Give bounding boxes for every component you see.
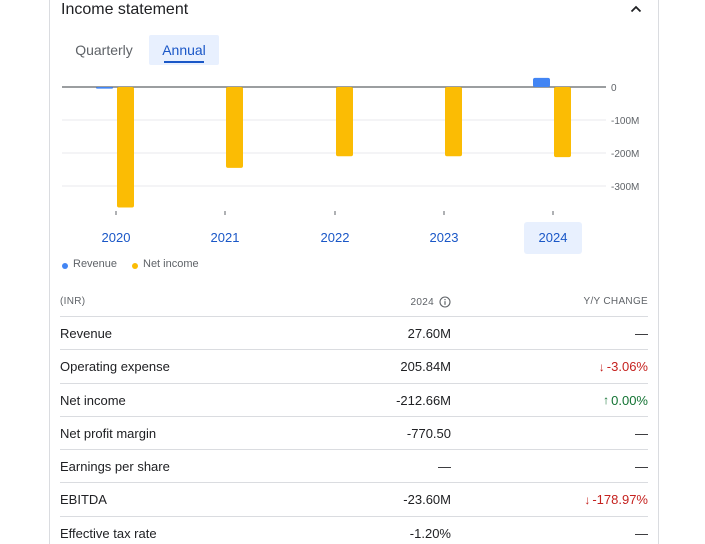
row-label: Revenue [60, 326, 113, 341]
x-tick-label-2024[interactable]: 2024 [539, 230, 568, 245]
revenue-bar-2024[interactable] [533, 77, 550, 87]
net-income-bar-2022[interactable] [336, 87, 353, 157]
row-value: 205.84M [400, 359, 451, 375]
legend-label: Revenue [73, 258, 118, 270]
table-row: Revenue 27.60M — [60, 317, 648, 351]
revenue-bar-2020[interactable] [96, 87, 113, 89]
row-change-value: — [635, 459, 648, 475]
net-income-bar-2021[interactable] [226, 87, 243, 168]
row-change-value: — [635, 525, 648, 541]
table-row: Earnings per share — — [60, 450, 648, 484]
row-change: ↓ -178.97% [584, 492, 648, 507]
row-label: Earnings per share [60, 459, 170, 475]
row-change: ↓ -3.06% [599, 359, 648, 374]
y-tick-label: -100M [611, 116, 639, 127]
info-icon[interactable] [439, 296, 451, 308]
row-value: -23.60M [403, 492, 451, 508]
arrow-down-icon: ↓ [598, 359, 605, 374]
net-income-bar-2023[interactable] [445, 87, 462, 157]
header-change: Y/Y CHANGE [583, 296, 648, 307]
y-tick-label: 0 [611, 83, 617, 94]
row-change: — [635, 326, 648, 341]
row-value: -212.66M [396, 392, 451, 408]
header-year-label: 2024 [410, 296, 434, 308]
net-income-bar-2020[interactable] [117, 87, 134, 208]
row-label: Net income [60, 392, 126, 408]
header-currency: (INR) [60, 296, 86, 307]
legend-dot [62, 263, 68, 269]
row-value: -1.20% [409, 525, 451, 541]
table-row: Net profit margin -770.50 — [60, 417, 648, 451]
income-chart: 0 -100M -200M -300M 2020 2021 2022 2023 2024 [62, 77, 639, 254]
row-value: — [438, 459, 451, 475]
row-change-value: — [635, 425, 648, 441]
row-change: — [635, 426, 648, 441]
row-label: Operating expense [60, 359, 170, 375]
row-change-value: -3.06% [606, 359, 648, 375]
row-label: Net profit margin [60, 425, 157, 441]
arrow-down-icon: ↓ [584, 492, 591, 507]
table-row: Operating expense 205.84M ↓ -3.06% [60, 350, 648, 384]
net-income-bar-2024[interactable] [554, 87, 571, 158]
row-change: — [635, 459, 648, 474]
y-tick-label: -300M [611, 182, 639, 193]
income-table: (INR) 2024 Y/Y CHANGE Revenue 27.60M — Oper… [60, 287, 648, 544]
table-header: (INR) 2024 Y/Y CHANGE [60, 287, 648, 317]
table-row: EBITDA -23.60M ↓ -178.97% [60, 483, 648, 517]
header-year: 2024 [411, 296, 451, 308]
row-change-value: 0.00% [611, 392, 648, 408]
row-change: — [635, 526, 648, 541]
legend-label: Net income [143, 258, 199, 270]
row-change-value: — [635, 326, 648, 341]
row-label: Effective tax rate [60, 525, 157, 541]
legend-dot [132, 263, 138, 269]
table-row: Effective tax rate -1.20% — [60, 517, 648, 544]
row-value: 27.60M [407, 326, 451, 341]
arrow-up-icon: ↑ [603, 393, 610, 408]
y-tick-label: -200M [611, 149, 639, 160]
x-tick-label-2022[interactable]: 2022 [321, 230, 350, 245]
x-tick-label-2023[interactable]: 2023 [430, 230, 459, 245]
x-tick-label-2020[interactable]: 2020 [102, 230, 131, 245]
row-change: ↑ 0.00% [603, 393, 648, 408]
row-label: EBITDA [60, 492, 107, 508]
row-value: -770.50 [406, 425, 451, 441]
table-row: Net income -212.66M ↑ 0.00% [60, 384, 648, 417]
row-change-value: -178.97% [592, 492, 648, 508]
table-body: Revenue 27.60M — Operating expense 205.84M ↓ -… [60, 317, 648, 544]
x-tick-label-2021[interactable]: 2021 [211, 230, 240, 245]
